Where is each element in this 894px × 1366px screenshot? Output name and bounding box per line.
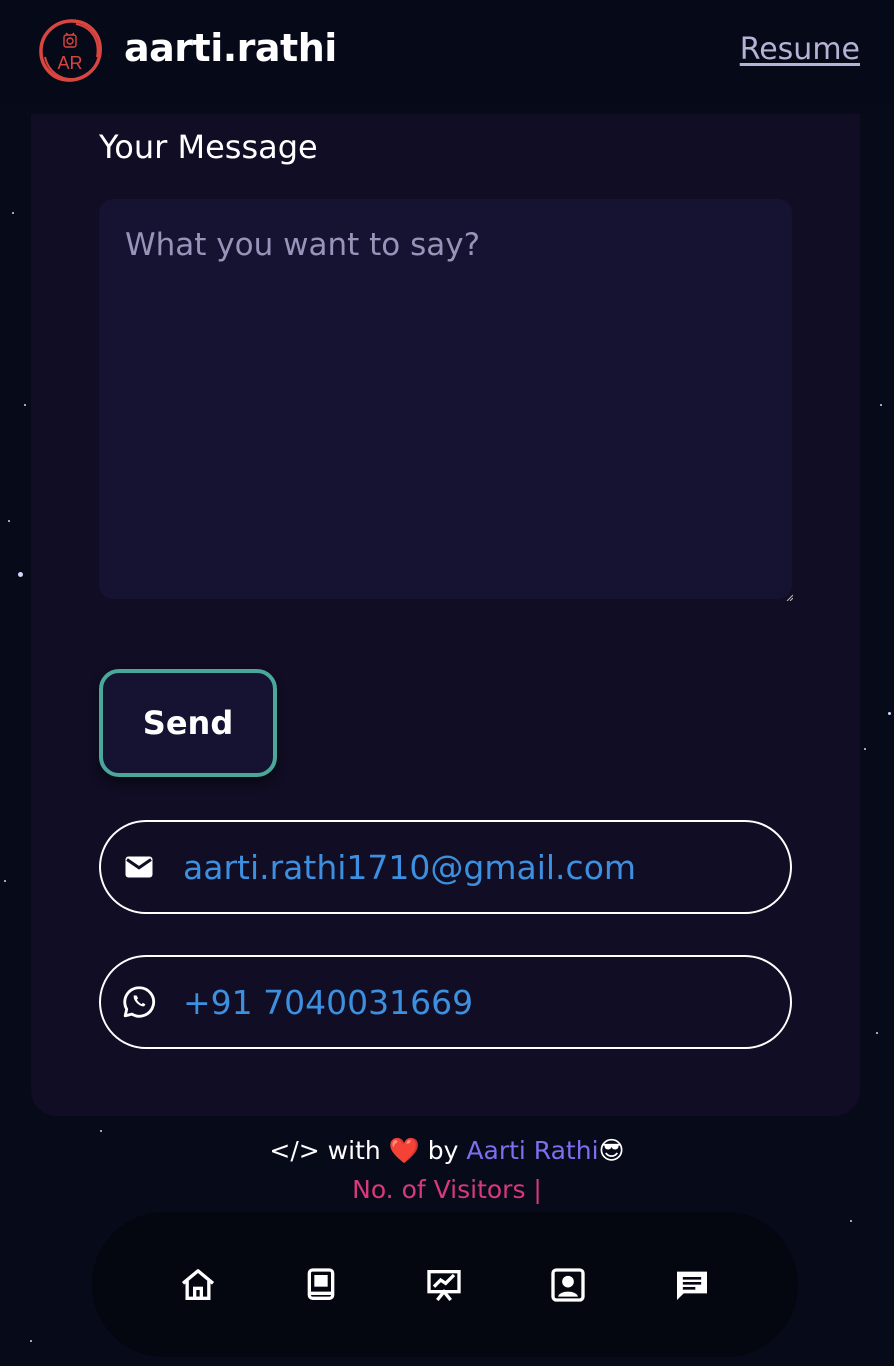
sunglasses-emoji-icon: 😎: [598, 1136, 625, 1165]
footer-by: by: [427, 1136, 459, 1165]
visitor-counter: No. of Visitors |: [352, 1175, 542, 1204]
resume-link[interactable]: Resume: [740, 32, 860, 67]
contact-card-icon[interactable]: [548, 1265, 588, 1305]
mail-icon: [125, 856, 153, 878]
star: [850, 1220, 852, 1222]
code-symbol: </>: [269, 1136, 320, 1165]
message-label: Your Message: [99, 128, 318, 166]
phone-contact[interactable]: +91 7040031669: [99, 955, 792, 1049]
resize-grip-icon[interactable]: [785, 593, 793, 601]
star: [888, 712, 891, 715]
star: [880, 404, 882, 406]
send-button[interactable]: Send: [99, 669, 277, 777]
author-link[interactable]: Aarti Rathi: [466, 1136, 598, 1165]
star: [18, 572, 23, 577]
chat-icon[interactable]: [672, 1265, 712, 1305]
star: [876, 1032, 878, 1034]
book-icon[interactable]: [301, 1265, 341, 1305]
footer-with: with: [327, 1136, 381, 1165]
whatsapp-icon: [123, 986, 156, 1018]
logo-mark-icon: AR: [39, 19, 102, 82]
logo[interactable]: AR: [36, 17, 104, 85]
presentation-icon[interactable]: [424, 1265, 464, 1305]
star: [8, 520, 10, 522]
header: AR aarti.rathi Resume: [0, 0, 894, 104]
contact-form-card: Your Message Send aarti.rathi1710@gmail.…: [31, 114, 860, 1116]
logo-text: AR: [57, 53, 82, 73]
star: [4, 880, 6, 882]
star: [12, 212, 14, 214]
home-icon[interactable]: [178, 1265, 218, 1305]
star: [30, 1340, 32, 1342]
brand-name[interactable]: aarti.rathi: [124, 26, 337, 70]
heart-icon: ❤️: [388, 1136, 420, 1165]
bottom-nav: [92, 1212, 798, 1357]
email-contact[interactable]: aarti.rathi1710@gmail.com: [99, 820, 792, 914]
star: [864, 748, 866, 750]
footer-credit: </> with ❤️ by Aarti Rathi😎: [0, 1136, 894, 1166]
email-address[interactable]: aarti.rathi1710@gmail.com: [183, 848, 636, 887]
star: [100, 1130, 102, 1132]
message-textarea[interactable]: [99, 199, 792, 599]
phone-number[interactable]: +91 7040031669: [183, 983, 473, 1022]
star: [24, 404, 26, 406]
